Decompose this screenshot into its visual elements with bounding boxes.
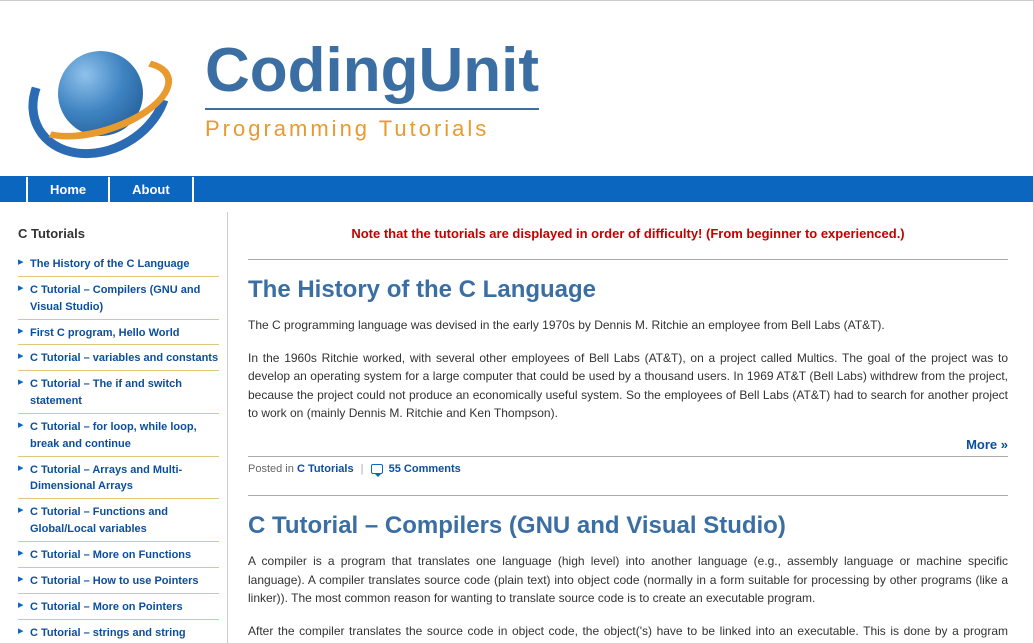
sidebar-item: C Tutorial – Arrays and Multi-Dimensiona… <box>18 457 219 500</box>
article-block: C Tutorial – Compilers (GNU and Visual S… <box>248 495 1008 643</box>
sidebar-item: C Tutorial – How to use Pointers <box>18 568 219 594</box>
article-paragraph: A compiler is a program that translates … <box>248 552 1008 608</box>
sidebar-item: C Tutorial – Compilers (GNU and Visual S… <box>18 277 219 320</box>
article-title-link[interactable]: The History of the C Language <box>248 276 596 303</box>
sidebar-item: C Tutorial – The if and switch statement <box>18 371 219 414</box>
article-paragraph: The C programming language was devised i… <box>248 316 1008 335</box>
article-block: The History of the C Language The C prog… <box>248 259 1008 452</box>
sidebar-link[interactable]: C Tutorial – variables and constants <box>30 352 218 364</box>
sidebar-link[interactable]: The History of the C Language <box>30 258 190 270</box>
posted-in-label: Posted in <box>248 463 294 475</box>
sidebar-link[interactable]: C Tutorial – More on Functions <box>30 549 191 561</box>
sidebar-item: C Tutorial – More on Functions <box>18 542 219 568</box>
sidebar-link[interactable]: C Tutorial – How to use Pointers <box>30 575 198 587</box>
category-link[interactable]: C Tutorials <box>297 463 354 475</box>
sidebar-item: C Tutorial – More on Pointers <box>18 594 219 620</box>
sidebar-heading: C Tutorials <box>18 226 219 241</box>
article-paragraph: In the 1960s Ritchie worked, with severa… <box>248 349 1008 423</box>
main-nav: Home About <box>0 176 1033 202</box>
main-content: Note that the tutorials are displayed in… <box>248 212 1008 643</box>
sidebar-link[interactable]: C Tutorial – The if and switch statement <box>30 378 182 407</box>
comments-link[interactable]: 55 Comments <box>389 463 461 475</box>
article-meta: Posted in C Tutorials | 55 Comments <box>248 456 1008 495</box>
comment-icon <box>371 464 383 474</box>
article-paragraph: After the compiler translates the source… <box>248 622 1008 643</box>
article-title-link[interactable]: C Tutorial – Compilers (GNU and Visual S… <box>248 512 786 539</box>
sidebar-item: C Tutorial – variables and constants <box>18 345 219 371</box>
sidebar-item: C Tutorial – Functions and Global/Local … <box>18 499 219 542</box>
sidebar-item: C Tutorial – strings and string Library … <box>18 620 219 643</box>
site-subtitle: Programming Tutorials <box>205 116 539 142</box>
sidebar-link[interactable]: C Tutorial – Arrays and Multi-Dimensiona… <box>30 464 182 493</box>
sidebar-link[interactable]: C Tutorial – Functions and Global/Local … <box>30 506 168 535</box>
more-link[interactable]: More » <box>966 437 1008 452</box>
sidebar-item: First C program, Hello World <box>18 320 219 346</box>
site-logo[interactable] <box>20 16 180 166</box>
sidebar: C Tutorials The History of the C Languag… <box>18 212 228 643</box>
sidebar-link[interactable]: C Tutorial – for loop, while loop, break… <box>30 421 197 450</box>
sidebar-item: C Tutorial – for loop, while loop, break… <box>18 414 219 457</box>
sidebar-link[interactable]: C Tutorial – Compilers (GNU and Visual S… <box>30 284 200 313</box>
sidebar-list: The History of the C Language C Tutorial … <box>18 251 219 643</box>
separator: | <box>361 463 364 475</box>
nav-about[interactable]: About <box>110 177 194 202</box>
site-header: CodingUnit Programming Tutorials <box>0 1 1033 176</box>
logo-text: CodingUnit Programming Tutorials <box>205 40 539 142</box>
sidebar-link[interactable]: C Tutorial – strings and string Library … <box>30 627 186 643</box>
sidebar-link[interactable]: C Tutorial – More on Pointers <box>30 601 183 613</box>
difficulty-notice: Note that the tutorials are displayed in… <box>248 226 1008 241</box>
sidebar-item: The History of the C Language <box>18 251 219 277</box>
site-title: CodingUnit <box>205 40 539 110</box>
nav-home[interactable]: Home <box>26 177 110 202</box>
sidebar-link[interactable]: First C program, Hello World <box>30 327 180 339</box>
